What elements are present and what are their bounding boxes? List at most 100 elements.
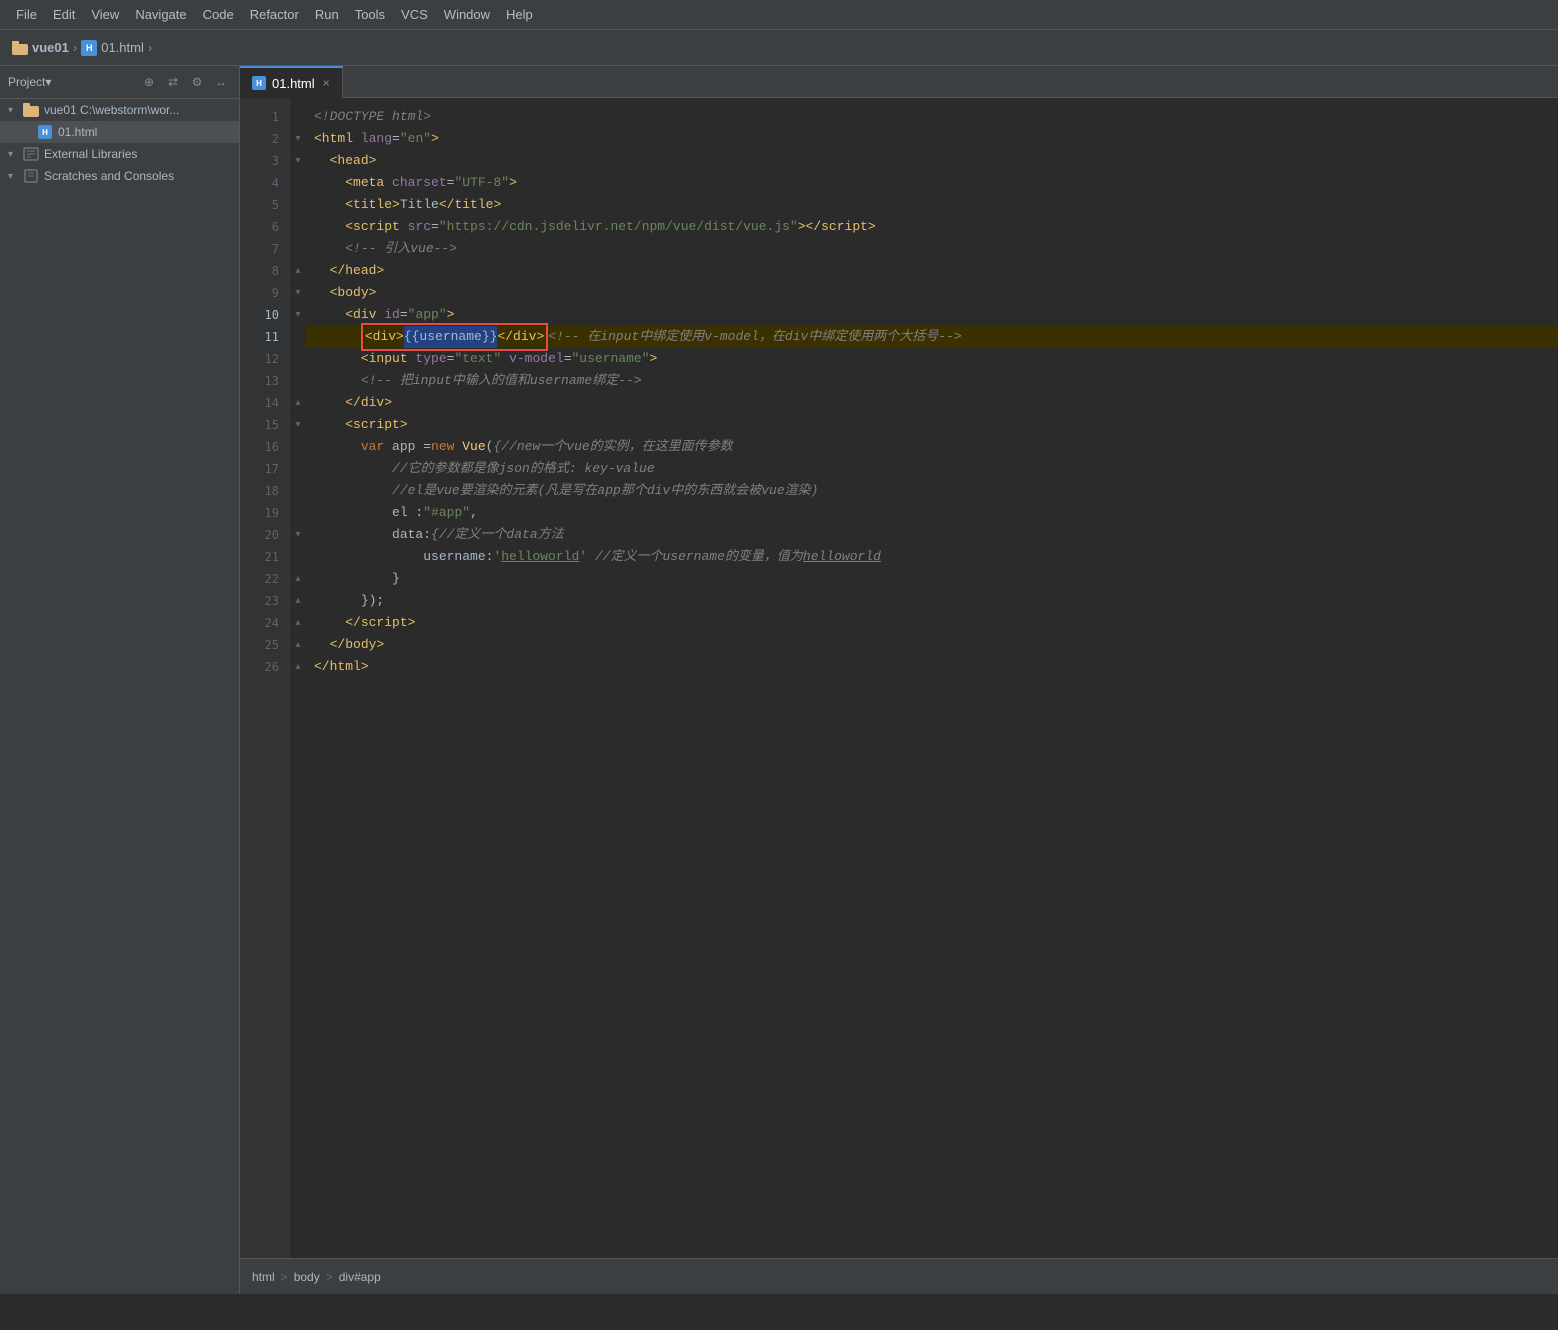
- menu-vcs[interactable]: VCS: [393, 0, 436, 30]
- sidebar-item-ext-libs[interactable]: ▾ External Libraries: [0, 143, 239, 165]
- fold-3[interactable]: ▾: [290, 150, 306, 172]
- code-text-16g: {//new一个vue的实例，在这里面传参数: [493, 436, 732, 458]
- code-text-13a: [314, 370, 361, 392]
- fold-1[interactable]: [290, 106, 306, 128]
- code-text-21c: 'helloworld': [493, 546, 587, 568]
- code-line-12: <input type = "text" v-model = "username…: [306, 348, 1558, 370]
- code-text-6f: ></script>: [798, 216, 876, 238]
- ln-20: 20: [240, 524, 289, 546]
- ln-8: 8: [240, 260, 289, 282]
- ln-10: 10: [240, 304, 289, 326]
- menu-tools[interactable]: Tools: [347, 0, 393, 30]
- sidebar-item-vue01[interactable]: ▾ vue01 C:\webstorm\wor...: [0, 99, 239, 121]
- settings-icon[interactable]: ⚙: [187, 72, 207, 92]
- tab-close-button[interactable]: ×: [323, 76, 330, 90]
- fold-4: [290, 172, 306, 194]
- html-file-icon: H: [36, 124, 54, 140]
- code-line-7: <!-- 引入vue-->: [306, 238, 1558, 260]
- ln-26: 26: [240, 656, 289, 678]
- sync-icon[interactable]: ⊕: [139, 72, 159, 92]
- file-01html-label: 01.html: [58, 125, 97, 139]
- fold-10[interactable]: ▾: [290, 304, 306, 326]
- tab-file-icon: H: [252, 76, 266, 90]
- code-text-6c: src: [400, 216, 431, 238]
- fold-2[interactable]: ▾: [290, 128, 306, 150]
- fold-23[interactable]: ▴: [290, 590, 306, 612]
- code-line-15: <script>: [306, 414, 1558, 436]
- menu-edit[interactable]: Edit: [45, 0, 83, 30]
- ln-7: 7: [240, 238, 289, 260]
- code-text-16f: (: [486, 436, 494, 458]
- code-editor[interactable]: 1 2 3 4 5 6 7 8 9 10 11 12 13 14 15 16 1…: [240, 98, 1558, 1258]
- fold-26[interactable]: ▴: [290, 656, 306, 678]
- code-text-11a: [314, 326, 361, 348]
- code-text-21d: //定义一个username的变量，值为helloworld: [587, 546, 881, 568]
- breadcrumb-html[interactable]: html: [252, 1270, 275, 1284]
- code-text-25b: </body>: [330, 634, 385, 656]
- code-line-4: <meta charset = "UTF-8" >: [306, 172, 1558, 194]
- menu-run[interactable]: Run: [307, 0, 347, 30]
- code-line-5: <title> Title </title>: [306, 194, 1558, 216]
- tab-01html[interactable]: H 01.html ×: [240, 66, 343, 98]
- project-name[interactable]: vue01: [32, 40, 69, 55]
- editor-area: H 01.html × 1 2 3 4 5 6 7 8 9 10 11 12 1…: [240, 66, 1558, 1294]
- project-path: vue01 › H 01.html ›: [12, 40, 156, 56]
- menu-code[interactable]: Code: [195, 0, 242, 30]
- code-text-12e: "text": [454, 348, 501, 370]
- menu-help[interactable]: Help: [498, 0, 541, 30]
- expand-icon[interactable]: ↔: [211, 72, 231, 92]
- tree-arrow-ext: ▾: [8, 149, 22, 160]
- code-text-25a: [314, 634, 330, 656]
- fold-25[interactable]: ▴: [290, 634, 306, 656]
- sidebar-item-scratches[interactable]: ▾ Scratches and Consoles: [0, 165, 239, 187]
- breadcrumb-divapp[interactable]: div#app: [339, 1270, 381, 1284]
- menu-file[interactable]: File: [8, 0, 45, 30]
- fold-5: [290, 194, 306, 216]
- tree-arrow-vue01: ▾: [8, 105, 22, 116]
- fold-15[interactable]: ▾: [290, 414, 306, 436]
- code-text-17a: [314, 458, 392, 480]
- ln-21: 21: [240, 546, 289, 568]
- ln-3: 3: [240, 150, 289, 172]
- ln-24: 24: [240, 612, 289, 634]
- menu-refactor[interactable]: Refactor: [242, 0, 307, 30]
- sidebar-item-01html[interactable]: H 01.html: [0, 121, 239, 143]
- code-text-5d: </title>: [439, 194, 501, 216]
- ext-libs-icon: [22, 146, 40, 162]
- code-text-12f: v-model: [501, 348, 563, 370]
- fold-22[interactable]: ▴: [290, 568, 306, 590]
- menu-view[interactable]: View: [83, 0, 127, 30]
- code-line-20: data: {//定义一个data方法: [306, 524, 1558, 546]
- toggle-icon[interactable]: ⇄: [163, 72, 183, 92]
- menu-navigate[interactable]: Navigate: [127, 0, 194, 30]
- fold-20[interactable]: ▾: [290, 524, 306, 546]
- sidebar-title[interactable]: Project▾: [8, 75, 139, 89]
- menu-bar: File Edit View Navigate Code Refactor Ru…: [0, 0, 1558, 30]
- fold-9[interactable]: ▾: [290, 282, 306, 304]
- code-line-18: //el是vue要渲染的元素(凡是写在app那个div中的东西就会被vue渲染): [306, 480, 1558, 502]
- fold-24[interactable]: ▴: [290, 612, 306, 634]
- file-name-title[interactable]: 01.html: [101, 40, 144, 55]
- code-line-24: </script>: [306, 612, 1558, 634]
- fold-14[interactable]: ▴: [290, 392, 306, 414]
- ln-22: 22: [240, 568, 289, 590]
- code-line-13: <!-- 把input中输入的值和username绑定-->: [306, 370, 1558, 392]
- code-text-12h: "username": [572, 348, 650, 370]
- code-line-11: <div> {{username}} </div> <!-- 在input中绑定…: [306, 326, 1558, 348]
- fold-6: [290, 216, 306, 238]
- code-text-12c: type: [408, 348, 447, 370]
- file-icon-title: H: [81, 40, 97, 56]
- code-text-14b: </div>: [345, 392, 392, 414]
- code-line-23: });: [306, 590, 1558, 612]
- breadcrumb-body[interactable]: body: [294, 1270, 320, 1284]
- code-line-8: </head>: [306, 260, 1558, 282]
- ln-18: 18: [240, 480, 289, 502]
- fold-11: [290, 326, 306, 348]
- code-text-3a: [314, 150, 330, 172]
- code-text-11d: </div>: [497, 326, 544, 348]
- fold-8[interactable]: ▴: [290, 260, 306, 282]
- ln-19: 19: [240, 502, 289, 524]
- code-text-24b: </script>: [345, 612, 415, 634]
- code-content[interactable]: <!DOCTYPE html> <html lang = "en" > <hea…: [306, 98, 1558, 1258]
- menu-window[interactable]: Window: [436, 0, 498, 30]
